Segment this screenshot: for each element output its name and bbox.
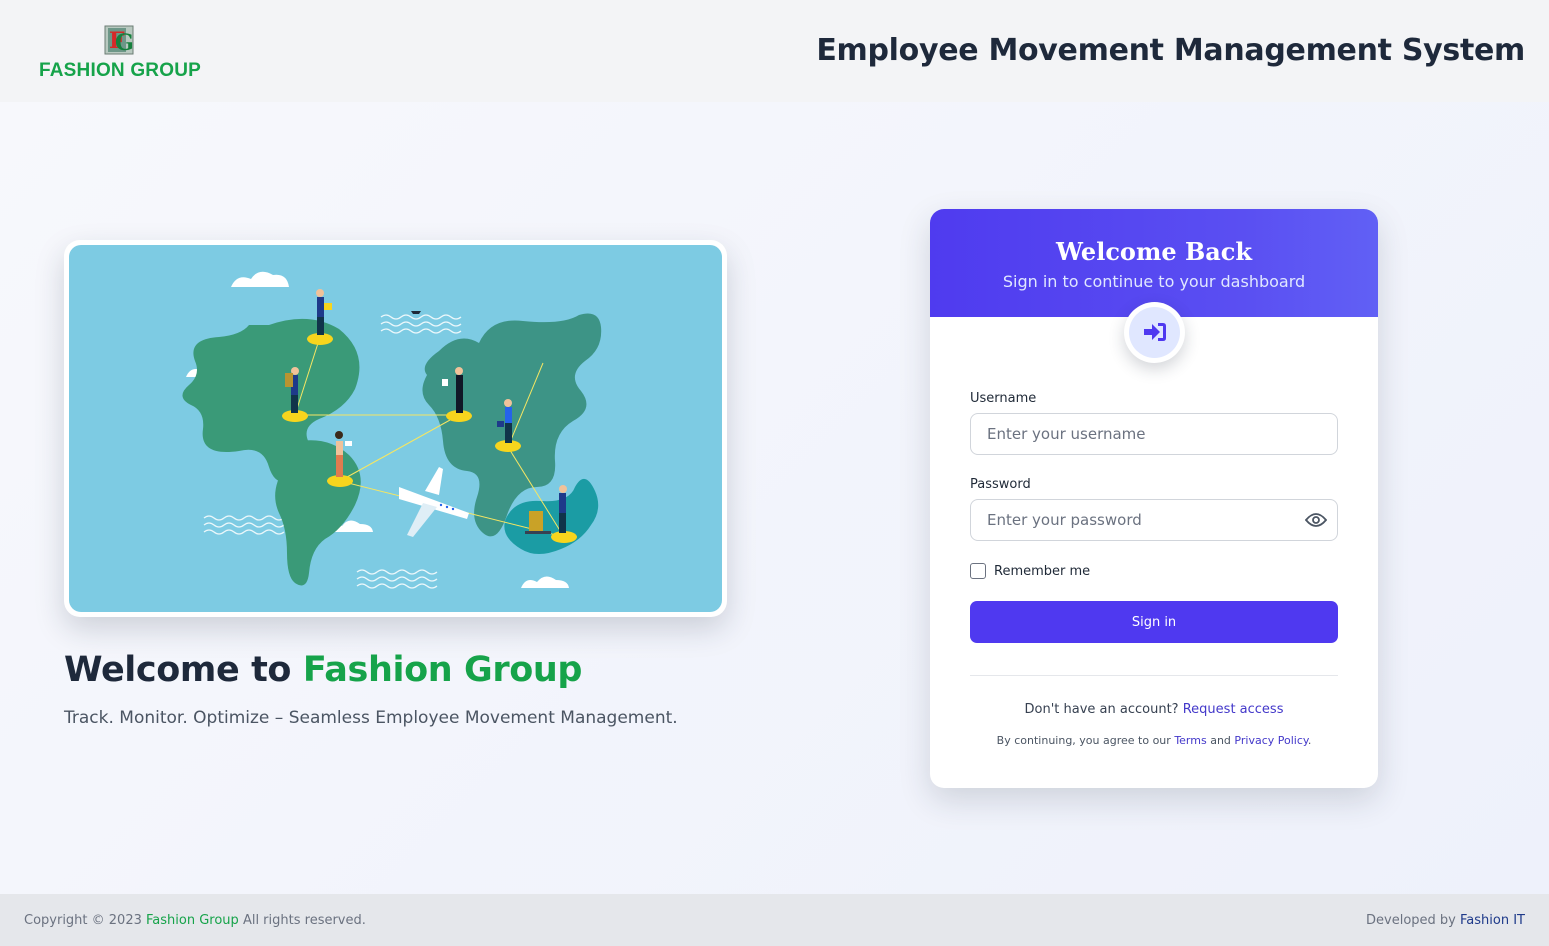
welcome-heading: Welcome to Fashion Group bbox=[64, 650, 582, 690]
login-badge bbox=[1124, 302, 1185, 363]
top-header: F G FASHION GROUP Employee Movement Mana… bbox=[0, 0, 1549, 102]
fashion-group-logo-icon: F G bbox=[104, 25, 134, 56]
illustration-card bbox=[64, 240, 727, 617]
welcome-brand: Fashion Group bbox=[302, 650, 583, 690]
terms-line: By continuing, you agree to our Terms an… bbox=[930, 734, 1378, 747]
password-input[interactable] bbox=[970, 499, 1338, 541]
svg-text:G: G bbox=[115, 30, 134, 56]
request-access-line: Don't have an account? Request access bbox=[930, 702, 1378, 717]
copyright-brand: Fashion Group bbox=[146, 913, 239, 928]
terms-suffix: . bbox=[1307, 734, 1312, 747]
tagline: Track. Monitor. Optimize – Seamless Empl… bbox=[64, 708, 678, 728]
request-access-link[interactable]: Request access bbox=[1183, 702, 1284, 717]
welcome-prefix: Welcome to bbox=[64, 650, 303, 690]
username-label: Username bbox=[970, 391, 1037, 406]
divider bbox=[970, 675, 1338, 676]
privacy-policy-link[interactable]: Privacy Policy bbox=[1234, 734, 1307, 747]
terms-prefix: By continuing, you agree to our bbox=[996, 734, 1171, 747]
company-logo[interactable]: F G FASHION GROUP bbox=[39, 24, 201, 82]
copyright-suffix: All rights reserved. bbox=[242, 913, 366, 928]
logo-text: FASHION GROUP bbox=[39, 60, 202, 81]
world-map-illustration bbox=[69, 245, 722, 612]
developer-link[interactable]: Fashion IT bbox=[1460, 913, 1525, 928]
copyright: Copyright © 2023 Fashion Group All right… bbox=[24, 913, 366, 928]
login-card-header: Welcome Back Sign in to continue to your… bbox=[930, 209, 1378, 317]
developed-by: Developed by Fashion IT bbox=[1366, 913, 1525, 928]
eye-icon[interactable] bbox=[1305, 511, 1327, 529]
copyright-prefix: Copyright © 2023 bbox=[24, 913, 142, 928]
app-title: Employee Movement Management System bbox=[816, 33, 1525, 68]
developed-prefix: Developed by bbox=[1366, 913, 1456, 928]
footer: Copyright © 2023 Fashion Group All right… bbox=[0, 894, 1549, 946]
remember-label[interactable]: Remember me bbox=[994, 564, 1090, 579]
remember-checkbox[interactable] bbox=[970, 563, 986, 579]
login-subtitle: Sign in to continue to your dashboard bbox=[1002, 272, 1306, 291]
username-input[interactable] bbox=[970, 413, 1338, 455]
login-card: Welcome Back Sign in to continue to your… bbox=[930, 209, 1378, 788]
terms-link[interactable]: Terms bbox=[1174, 734, 1206, 747]
and-text: and bbox=[1210, 734, 1231, 747]
no-account-text: Don't have an account? bbox=[1024, 702, 1179, 717]
sign-in-icon bbox=[1144, 323, 1166, 341]
login-title: Welcome Back bbox=[1055, 237, 1253, 266]
password-label: Password bbox=[970, 477, 1031, 492]
sign-in-button[interactable]: Sign in bbox=[970, 601, 1338, 643]
